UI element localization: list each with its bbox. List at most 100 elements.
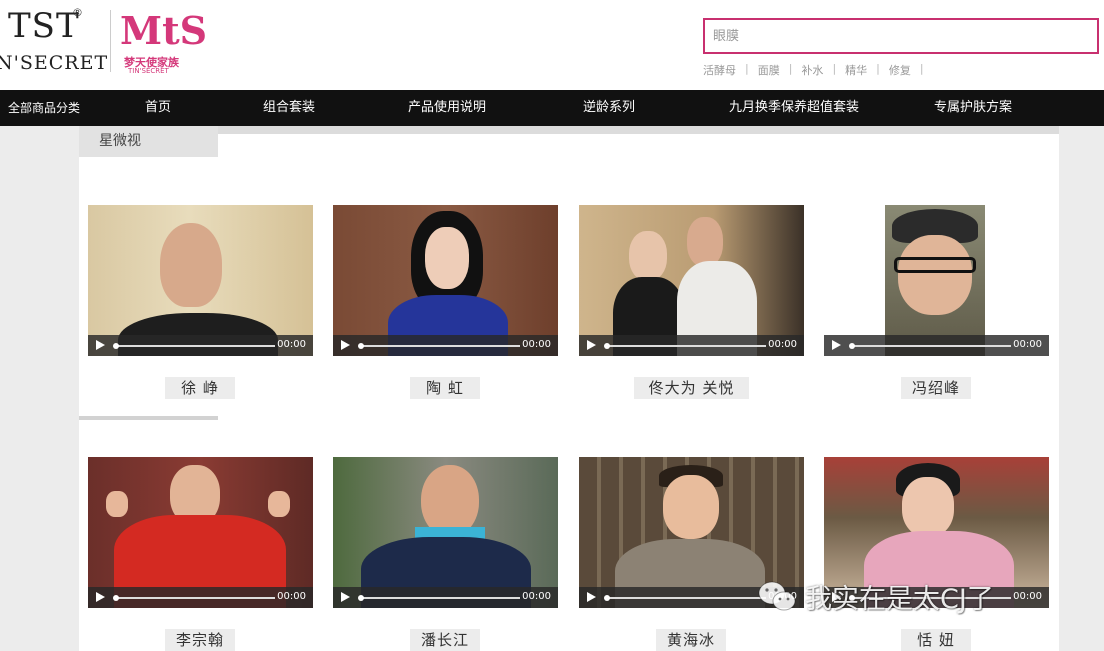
person-thumb bbox=[268, 491, 290, 517]
hot-keyword[interactable]: 面膜 bbox=[758, 62, 780, 78]
video-card: 00:00 徐 峥 bbox=[88, 205, 313, 399]
video-player[interactable]: 00:00 bbox=[579, 205, 804, 356]
video-player[interactable]: 00:00 bbox=[88, 457, 313, 608]
video-card: 00:00 陶 虹 bbox=[333, 205, 558, 399]
progress-bar[interactable] bbox=[113, 595, 275, 601]
watermark-text: 我实在是太CJ了 bbox=[805, 583, 994, 615]
video-name[interactable]: 黄海冰 bbox=[656, 629, 726, 651]
play-icon[interactable] bbox=[341, 592, 350, 602]
video-card: 00:00 佟大为 关悦 bbox=[579, 205, 804, 399]
video-name[interactable]: 佟大为 关悦 bbox=[634, 377, 749, 399]
divider: | bbox=[832, 62, 837, 75]
video-card: 00:00 李宗翰 bbox=[88, 457, 313, 651]
person-face bbox=[898, 235, 972, 315]
play-icon[interactable] bbox=[96, 340, 105, 350]
video-time: 00:00 bbox=[768, 339, 797, 350]
video-player[interactable]: 00:00 bbox=[88, 205, 313, 356]
nav-september-sets[interactable]: 九月换季保养超值套装 bbox=[729, 90, 859, 126]
divider: | bbox=[788, 62, 793, 75]
progress-handle[interactable] bbox=[604, 343, 610, 349]
progress-bar[interactable] bbox=[358, 595, 520, 601]
video-time: 00:00 bbox=[277, 591, 306, 602]
nav-skincare-plan[interactable]: 专属护肤方案 bbox=[934, 90, 1012, 126]
video-name[interactable]: 潘长江 bbox=[410, 629, 480, 651]
play-icon[interactable] bbox=[341, 340, 350, 350]
nav-bundles[interactable]: 组合套装 bbox=[263, 90, 315, 126]
video-controls: 00:00 bbox=[88, 335, 313, 356]
progress-handle[interactable] bbox=[113, 343, 119, 349]
video-controls: 00:00 bbox=[824, 335, 1049, 356]
video-time: 00:00 bbox=[522, 591, 551, 602]
brand-logo-subtitle: N'SECRET bbox=[0, 52, 109, 74]
video-player[interactable]: 00:00 bbox=[824, 205, 1049, 356]
brand-logo[interactable]: TST bbox=[8, 6, 80, 46]
search-box[interactable] bbox=[703, 18, 1099, 54]
progress-handle[interactable] bbox=[113, 595, 119, 601]
video-time: 00:00 bbox=[1013, 591, 1042, 602]
divider: | bbox=[876, 62, 880, 75]
progress-bar[interactable] bbox=[604, 595, 766, 601]
hot-keyword[interactable]: 补水 bbox=[801, 62, 823, 78]
progress-bar[interactable] bbox=[604, 343, 766, 349]
progress-handle[interactable] bbox=[358, 595, 364, 601]
section-title: 星微视 bbox=[79, 126, 218, 157]
progress-bar[interactable] bbox=[358, 343, 520, 349]
row-divider bbox=[79, 416, 218, 420]
video-time: 00:00 bbox=[522, 339, 551, 350]
person-face bbox=[160, 223, 222, 307]
video-card: 00:00 潘长江 bbox=[333, 457, 558, 651]
video-player[interactable]: 00:00 bbox=[333, 457, 558, 608]
wechat-icon bbox=[758, 581, 796, 611]
play-icon[interactable] bbox=[832, 340, 841, 350]
video-section: 星微视 00:00 徐 峥 00:00 陶 虹 00:00 佟大为 关悦 00:… bbox=[79, 126, 1059, 651]
registered-mark: ® bbox=[72, 6, 83, 19]
play-icon[interactable] bbox=[587, 592, 596, 602]
hot-keyword[interactable]: 活酵母 bbox=[703, 62, 736, 78]
person-thumb bbox=[106, 491, 128, 517]
hot-keyword[interactable]: 精华 bbox=[845, 62, 867, 78]
section-bar bbox=[79, 126, 1059, 134]
search-input[interactable] bbox=[705, 20, 1093, 52]
progress-bar[interactable] bbox=[849, 343, 1011, 349]
person-face bbox=[663, 475, 719, 539]
play-icon[interactable] bbox=[587, 340, 596, 350]
video-controls: 00:00 bbox=[333, 335, 558, 356]
video-controls: 00:00 bbox=[88, 587, 313, 608]
person-face bbox=[425, 227, 469, 289]
nav-home[interactable]: 首页 bbox=[145, 90, 171, 126]
video-time: 00:00 bbox=[277, 339, 306, 350]
video-name[interactable]: 徐 峥 bbox=[165, 377, 235, 399]
progress-bar[interactable] bbox=[113, 343, 275, 349]
progress-handle[interactable] bbox=[849, 343, 855, 349]
hot-keyword[interactable]: 修复 bbox=[889, 62, 911, 78]
main-nav: 全部商品分类 首页 组合套装 产品使用说明 逆龄系列 九月换季保养超值套装 专属… bbox=[0, 90, 1104, 126]
play-icon[interactable] bbox=[96, 592, 105, 602]
person-face bbox=[902, 477, 954, 537]
person-face bbox=[629, 231, 667, 281]
divider: | bbox=[745, 62, 749, 75]
progress-handle[interactable] bbox=[604, 595, 610, 601]
nav-all-categories[interactable]: 全部商品分类 bbox=[8, 90, 80, 126]
mts-logo[interactable]: MtS 梦天使家族 TIN'SECRET bbox=[120, 8, 207, 75]
person-glasses bbox=[894, 257, 976, 273]
progress-handle[interactable] bbox=[358, 343, 364, 349]
mts-logo-mark: MtS bbox=[120, 8, 208, 53]
video-card: 00:00 冯绍峰 bbox=[824, 205, 1049, 399]
person-face bbox=[687, 217, 723, 267]
video-name[interactable]: 李宗翰 bbox=[165, 629, 235, 651]
video-time: 00:00 bbox=[1013, 339, 1042, 350]
video-name[interactable]: 冯绍峰 bbox=[901, 377, 971, 399]
mts-logo-english: TIN'SECRET bbox=[128, 67, 169, 75]
divider: | bbox=[919, 62, 924, 75]
video-name[interactable]: 恬 妞 bbox=[901, 629, 971, 651]
nav-usage-guide[interactable]: 产品使用说明 bbox=[408, 90, 486, 126]
video-player[interactable]: 00:00 bbox=[333, 205, 558, 356]
watermark: 我实在是太CJ了 bbox=[757, 578, 994, 615]
logo-divider bbox=[110, 10, 111, 72]
site-header: TST ® N'SECRET MtS 梦天使家族 TIN'SECRET 活酵母 |… bbox=[0, 0, 1104, 90]
video-controls: 00:00 bbox=[579, 335, 804, 356]
video-name[interactable]: 陶 虹 bbox=[410, 377, 480, 399]
nav-anti-aging[interactable]: 逆龄系列 bbox=[583, 90, 635, 126]
hot-keywords: 活酵母 | 面膜 | 补水 | 精华 | 修复 | bbox=[703, 62, 933, 78]
video-controls: 00:00 bbox=[333, 587, 558, 608]
